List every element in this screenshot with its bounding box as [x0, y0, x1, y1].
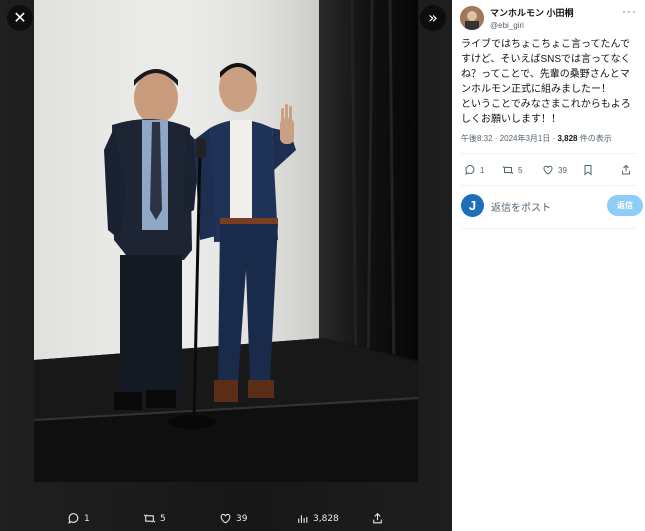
bookmark-button[interactable] — [582, 164, 594, 176]
next-media-button[interactable]: » — [420, 5, 446, 31]
share-icon — [373, 512, 382, 524]
repost-icon — [502, 166, 514, 174]
like-button[interactable]: 39 — [542, 164, 567, 176]
reply-button[interactable]: 1 — [464, 164, 484, 176]
current-user-avatar[interactable]: J — [461, 194, 484, 217]
heart-icon — [220, 513, 231, 524]
media-views-count: 3,828 — [313, 513, 339, 524]
repost-button[interactable]: 5 — [502, 164, 522, 176]
reply-submit-button[interactable]: 返信 — [607, 195, 643, 216]
more-options-icon[interactable]: ··· — [622, 4, 637, 18]
author-handle[interactable]: @ebi_giri — [490, 21, 574, 30]
post-photo[interactable] — [34, 0, 418, 482]
post-text: ライブではちょこちょこ言ってたんですけど、そいえばSNSでは言ってなくね？ってこ… — [461, 39, 631, 125]
photo-illustration — [34, 0, 418, 482]
close-button[interactable]: ✕ — [7, 5, 33, 31]
views-icon — [298, 515, 308, 523]
media-like-count: 39 — [236, 513, 248, 524]
media-action-bar: 1 5 39 3,828 — [0, 505, 452, 531]
post-view-label: 件の表示 — [577, 134, 612, 143]
post-meta: 午後8:32 · 2024年3月1日 · 3,828 件の表示 — [461, 133, 612, 144]
divider — [461, 228, 637, 229]
repost-count: 5 — [518, 165, 523, 175]
post-view-count: 3,828 — [557, 134, 578, 143]
divider — [461, 153, 637, 154]
like-count: 39 — [558, 165, 567, 175]
media-views-button[interactable]: 3,828 — [296, 512, 339, 525]
reply-icon — [68, 513, 79, 524]
post-action-bar: 1 5 39 — [464, 162, 636, 178]
media-repost-count: 5 — [160, 513, 166, 524]
media-repost-button[interactable]: 5 — [143, 512, 166, 525]
author-name[interactable]: マンホルモン 小田桐 — [490, 6, 574, 19]
heart-icon — [543, 165, 553, 175]
avatar-photo — [460, 6, 484, 30]
media-reply-count: 1 — [84, 513, 90, 524]
author-block[interactable]: マンホルモン 小田桐 @ebi_giri — [460, 6, 574, 30]
media-reply-button[interactable]: 1 — [67, 512, 90, 525]
bookmark-icon — [584, 165, 592, 176]
divider — [461, 185, 637, 186]
reply-count: 1 — [480, 165, 485, 175]
repost-icon — [143, 514, 156, 523]
author-avatar[interactable] — [460, 6, 484, 30]
post-detail-panel: マンホルモン 小田桐 @ebi_giri ··· ライブではちょこちょこ言ってた… — [452, 0, 645, 531]
reply-icon — [465, 165, 475, 175]
share-button[interactable] — [620, 164, 632, 176]
author-text: マンホルモン 小田桐 @ebi_giri — [490, 6, 574, 30]
share-icon — [622, 164, 630, 175]
reply-input[interactable]: 返信をポスト — [491, 199, 551, 214]
reply-composer: J 返信をポスト 返信 — [461, 192, 643, 220]
media-like-button[interactable]: 39 — [219, 512, 247, 525]
post-timestamp[interactable]: 午後8:32 · 2024年3月1日 · — [461, 134, 557, 143]
media-share-button[interactable] — [371, 512, 384, 525]
